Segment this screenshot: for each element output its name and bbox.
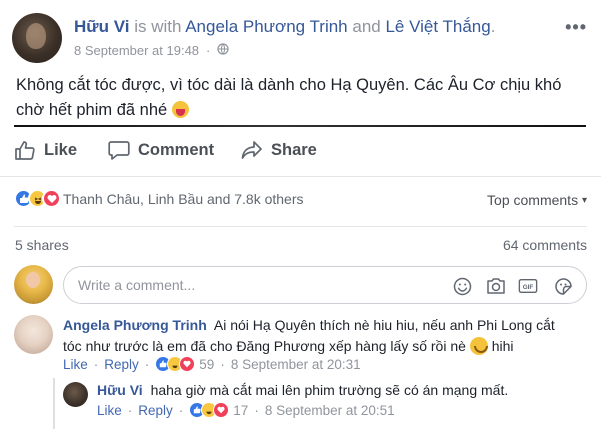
- current-user-avatar[interactable]: [14, 265, 53, 304]
- camera-icon[interactable]: [486, 276, 506, 296]
- sticker-icon[interactable]: [553, 276, 573, 296]
- meta-separator: ·: [206, 43, 211, 58]
- comment-label: Comment: [138, 140, 215, 159]
- comment-button[interactable]: Comment: [108, 140, 214, 160]
- meta-separator: ·: [144, 356, 150, 372]
- comment-reply-link[interactable]: Reply: [104, 357, 139, 372]
- love-reaction-icon: [213, 402, 230, 418]
- post-body: Không cắt tóc được, vì tóc dài là dành c…: [16, 76, 562, 119]
- reaction-icons: [14, 189, 61, 208]
- meta-separator: ·: [127, 402, 133, 418]
- share-label: Share: [271, 140, 317, 159]
- like-button[interactable]: Like: [14, 140, 77, 160]
- reactions-summary[interactable]: Thanh Châu, Linh Bầu and 7.8k others: [14, 189, 304, 208]
- reply-thread-line: [53, 378, 55, 429]
- meta-separator: ·: [93, 356, 99, 372]
- comment-reaction-count[interactable]: 59: [199, 357, 214, 372]
- comment-timestamp[interactable]: 8 September at 20:31: [231, 357, 361, 372]
- globe-icon[interactable]: [217, 43, 229, 58]
- divider: [0, 176, 601, 177]
- comment-body: Hữu Vi haha giờ mà cắt mai lên phim trườ…: [97, 380, 577, 401]
- comment-bubble-icon: [108, 140, 130, 160]
- more-options-icon[interactable]: •••: [565, 17, 587, 38]
- svg-text:GIF: GIF: [523, 284, 534, 291]
- comment-like-link[interactable]: Like: [63, 357, 88, 372]
- emoji-icon[interactable]: [452, 276, 472, 296]
- post-meta: 8 September at 19:48 ·: [74, 43, 229, 58]
- like-label: Like: [44, 140, 78, 159]
- post-divider: [14, 125, 586, 127]
- meta-separator: ·: [254, 402, 259, 418]
- comment-text-tail: hihi: [491, 338, 514, 354]
- tagged-user-link[interactable]: Angela Phương Trinh: [185, 17, 347, 36]
- share-button[interactable]: Share: [241, 140, 317, 160]
- comment-reply-link[interactable]: Reply: [138, 403, 173, 418]
- love-reaction-icon: [179, 356, 196, 372]
- thumbs-up-icon: [14, 140, 36, 160]
- love-reaction-icon: [42, 189, 61, 208]
- and-text: and: [352, 17, 381, 36]
- post-text: Không cắt tóc được, vì tóc dài là dành c…: [16, 73, 588, 123]
- comment-reaction-count[interactable]: 17: [233, 403, 248, 418]
- share-arrow-icon: [241, 140, 263, 160]
- comments-count[interactable]: 64 comments: [503, 237, 587, 253]
- smile-emoji-icon: [469, 337, 488, 355]
- top-comments-dropdown[interactable]: Top comments ▾: [487, 192, 587, 208]
- tagged-user-link[interactable]: Lê Việt Thắng: [385, 17, 490, 36]
- gif-icon[interactable]: GIF: [518, 276, 538, 296]
- comment-like-link[interactable]: Like: [97, 403, 122, 418]
- post-timestamp[interactable]: 8 September at 19:48: [74, 43, 199, 58]
- comment-actions: Like · Reply · 59 · 8 September at 20:31: [63, 356, 361, 372]
- author-avatar[interactable]: [12, 13, 62, 63]
- top-comments-label: Top comments: [487, 192, 579, 208]
- meta-separator: ·: [178, 402, 184, 418]
- reactions-text[interactable]: Thanh Châu, Linh Bầu and 7.8k others: [63, 191, 304, 207]
- caret-down-icon: ▾: [581, 195, 587, 206]
- author-name-link[interactable]: Hữu Vi: [74, 17, 129, 36]
- with-text: is with: [134, 17, 182, 36]
- comment-actions: Like · Reply · 17 · 8 September at 20:51: [97, 402, 395, 418]
- commenter-name-link[interactable]: Angela Phương Trinh: [63, 317, 207, 333]
- commenter-name-link[interactable]: Hữu Vi: [97, 382, 143, 398]
- comment-reaction-icons[interactable]: [155, 356, 196, 372]
- comment-placeholder: Write a comment...: [78, 277, 196, 293]
- tongue-emoji-icon: [171, 101, 189, 118]
- shares-count[interactable]: 5 shares: [15, 237, 69, 253]
- comment-text: haha giờ mà cắt mai lên phim trường sẽ c…: [150, 382, 509, 398]
- period-text: .: [490, 17, 496, 36]
- meta-separator: ·: [220, 356, 225, 372]
- commenter-avatar[interactable]: [14, 315, 53, 354]
- post-header: Hữu Vi is with Angela Phương Trinh and L…: [74, 17, 495, 37]
- comment-body: Angela Phương Trinh Ai nói Hạ Quyên thíc…: [63, 315, 568, 357]
- divider: [14, 226, 587, 227]
- comment-reaction-icons[interactable]: [189, 402, 230, 418]
- commenter-avatar[interactable]: [63, 382, 88, 407]
- comment-timestamp[interactable]: 8 September at 20:51: [265, 403, 395, 418]
